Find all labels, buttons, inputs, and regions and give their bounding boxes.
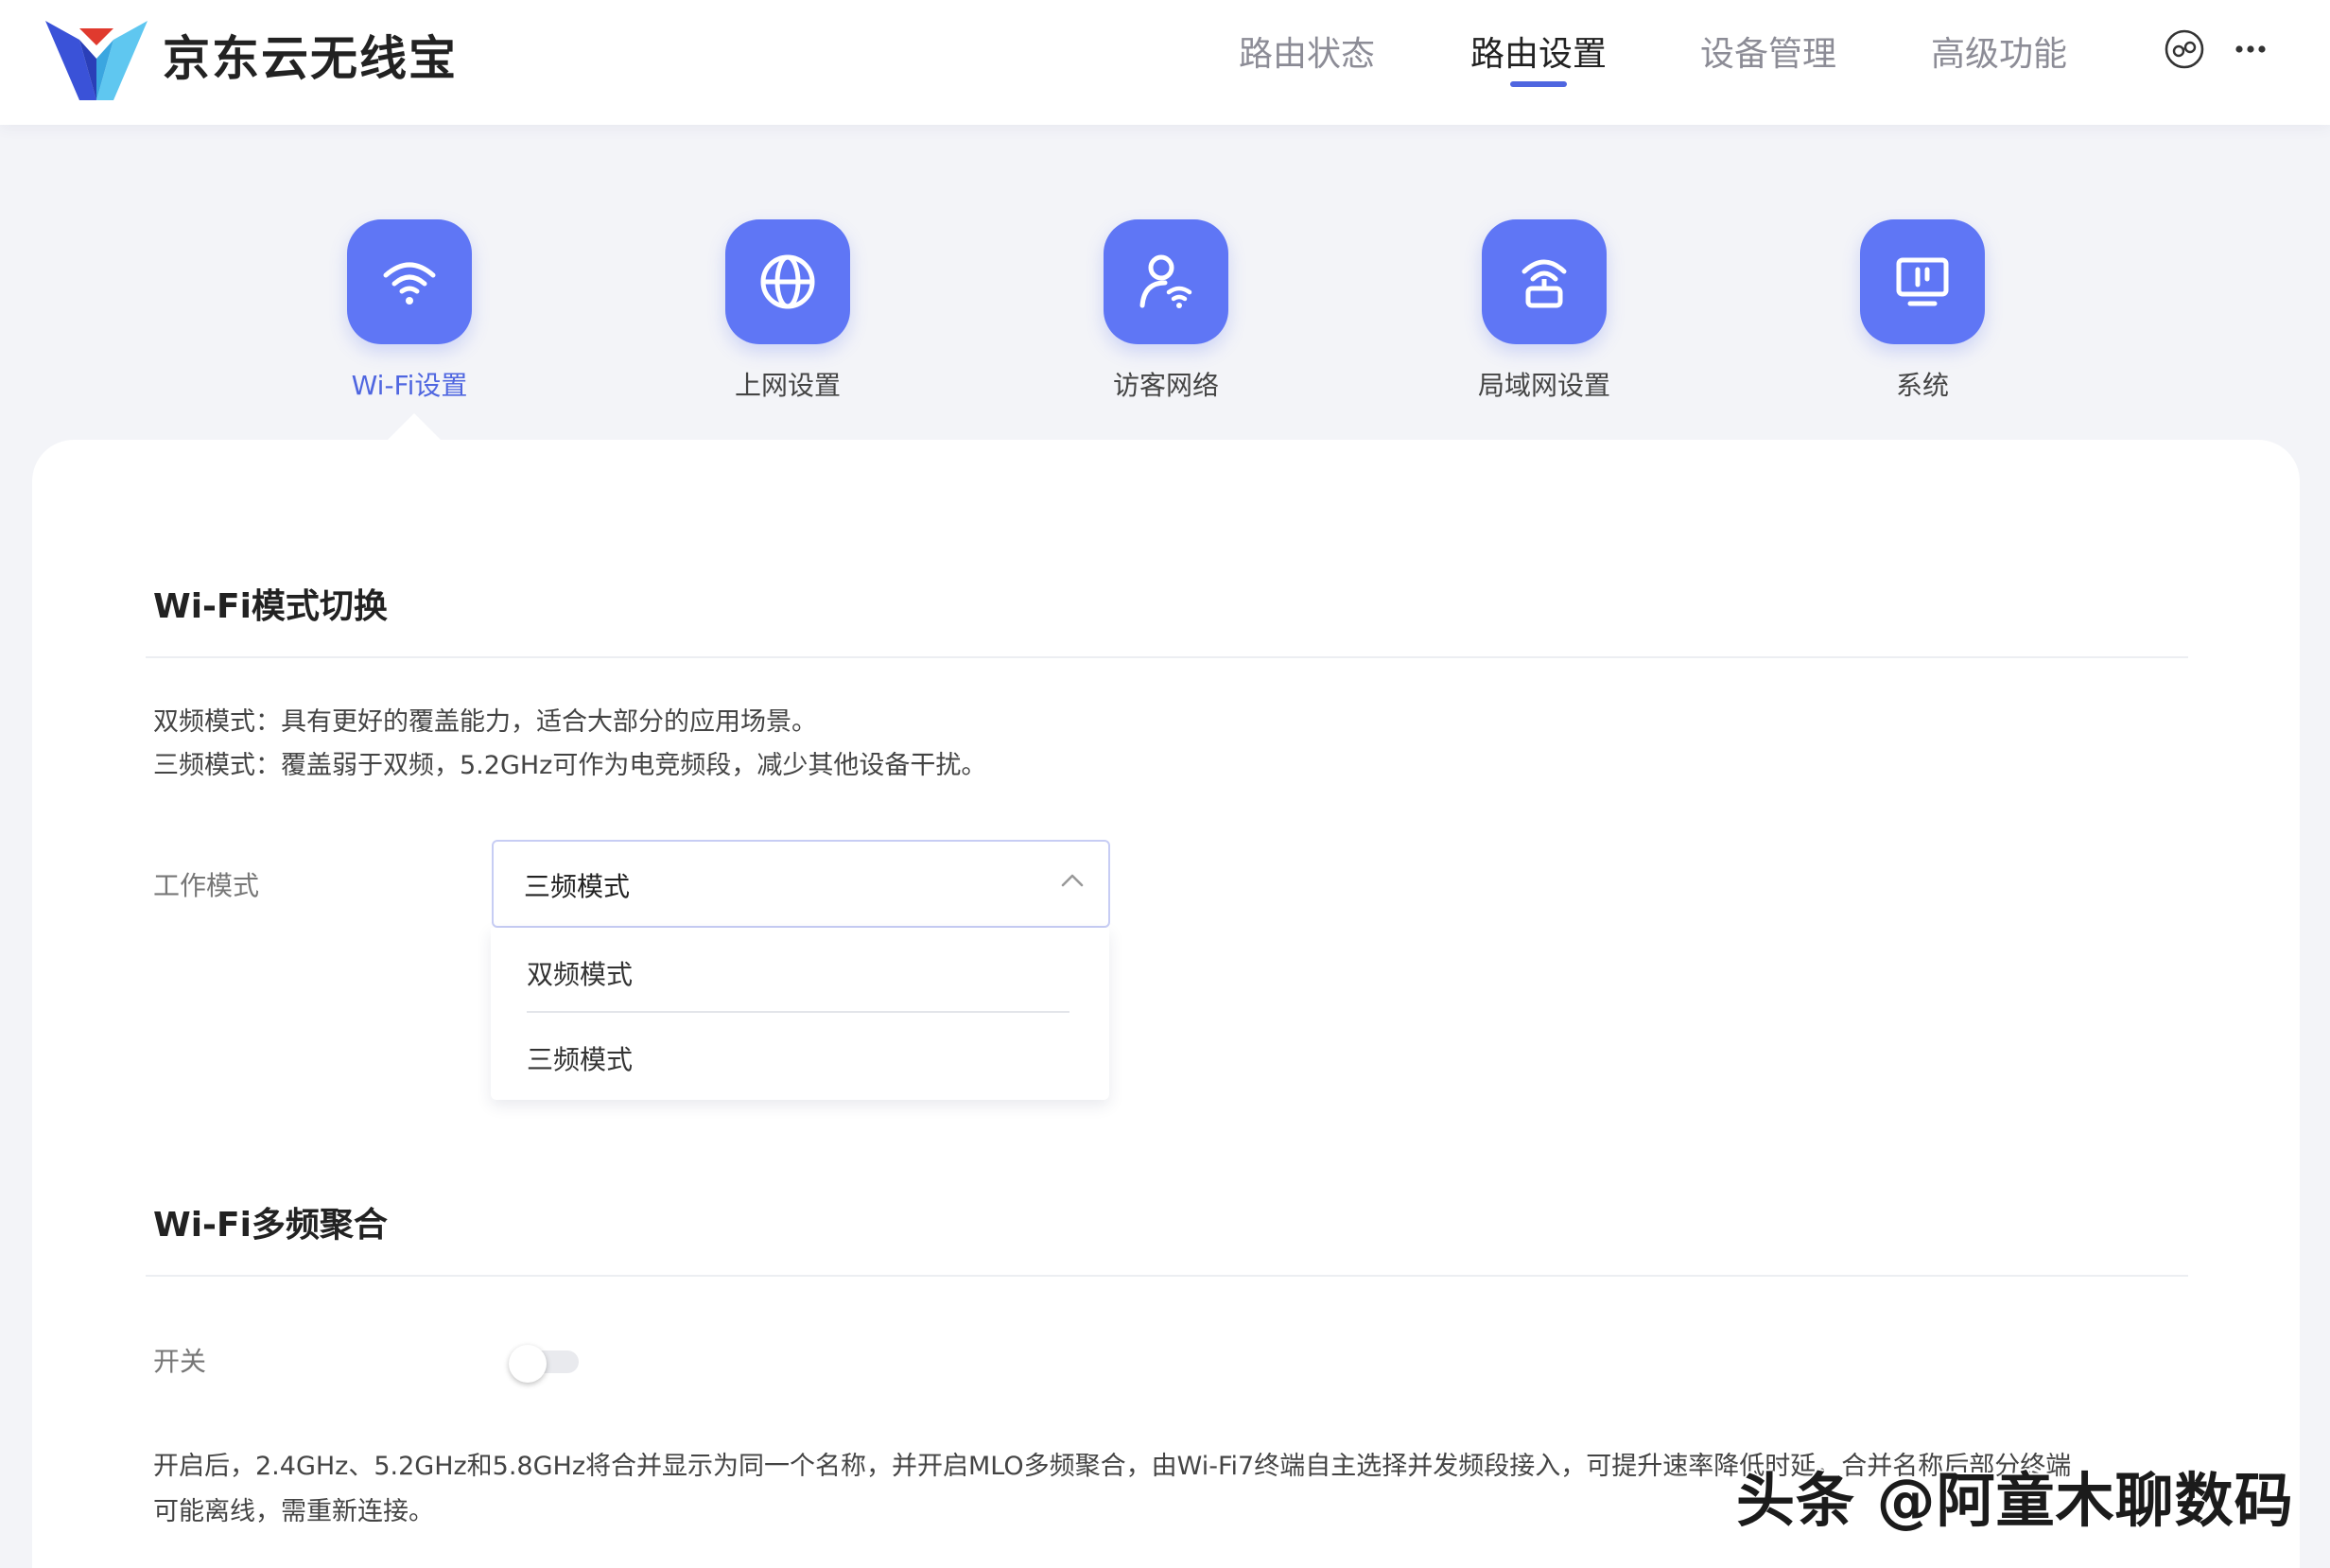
work-mode-selected-value: 三频模式 — [524, 871, 631, 902]
jd-cloud-logo — [45, 21, 148, 100]
category-label: 局域网设置 — [1477, 370, 1610, 401]
nav-tab-route-status[interactable]: 路由状态 — [1239, 26, 1375, 76]
mode-description-tri: 三频模式：覆盖弱于双频，5.2GHz可作为电竞频段，减少其他设备干扰。 — [153, 751, 987, 780]
nav-tab-advanced[interactable]: 高级功能 — [1931, 26, 2067, 76]
globe-icon — [760, 254, 815, 309]
guest-tile — [1104, 219, 1228, 344]
nav-tab-route-settings[interactable]: 路由设置 — [1470, 26, 1607, 76]
globe-tile — [725, 219, 850, 344]
watermark-text: 头条 @阿童木聊数码 — [1736, 1466, 2294, 1535]
category-system[interactable]: 系统 — [1828, 219, 2017, 403]
router-icon — [1521, 259, 1567, 308]
system-tile — [1860, 219, 1985, 344]
wifi-tile — [347, 219, 472, 344]
section-title-aggregation: Wi-Fi多频聚合 — [153, 1206, 388, 1245]
router-tile — [1482, 219, 1607, 344]
link-icon[interactable] — [2164, 28, 2205, 70]
active-category-pointer — [388, 413, 441, 440]
active-tab-indicator — [1510, 81, 1567, 87]
aggregation-toggle[interactable] — [509, 1345, 581, 1383]
category-lan-settings[interactable]: 局域网设置 — [1450, 219, 1639, 403]
category-internet-settings[interactable]: 上网设置 — [693, 219, 882, 403]
category-label: 访客网络 — [1112, 370, 1219, 401]
option-tri-band[interactable]: 三频模式 — [527, 1039, 633, 1077]
brand-name: 京东云无线宝 — [163, 31, 458, 86]
option-dual-band[interactable]: 双频模式 — [527, 954, 633, 992]
monitor-icon — [1896, 257, 1949, 306]
wifi-icon — [383, 262, 436, 305]
guest-user-icon — [1139, 254, 1192, 308]
category-label: Wi-Fi设置 — [351, 370, 468, 401]
more-icon[interactable] — [2230, 28, 2271, 70]
dropdown-divider — [527, 1011, 1069, 1013]
top-header: 京东云无线宝 路由状态 路由设置 设备管理 高级功能 — [0, 0, 2330, 125]
category-label: 系统 — [1895, 370, 1949, 401]
switch-label: 开关 — [153, 1346, 207, 1377]
category-label: 上网设置 — [734, 370, 841, 401]
aggregation-note-line2: 可能离线，需重新连接。 — [153, 1497, 434, 1526]
nav-tab-device-management[interactable]: 设备管理 — [1700, 26, 1836, 76]
mode-description-dual: 双频模式：具有更好的覆盖能力，适合大部分的应用场景。 — [153, 707, 817, 737]
chevron-up-icon — [1061, 874, 1084, 887]
work-mode-select[interactable]: 三频模式 — [492, 840, 1110, 928]
work-mode-dropdown: 双频模式 三频模式 — [491, 928, 1109, 1100]
toggle-knob — [509, 1345, 547, 1383]
section-divider — [146, 1275, 2188, 1277]
category-wifi-settings[interactable]: Wi-Fi设置 — [315, 219, 504, 403]
category-guest-network[interactable]: 访客网络 — [1071, 219, 1261, 403]
section-divider — [146, 656, 2188, 658]
section-title-wifi-mode: Wi-Fi模式切换 — [153, 587, 388, 626]
work-mode-label: 工作模式 — [153, 870, 260, 901]
